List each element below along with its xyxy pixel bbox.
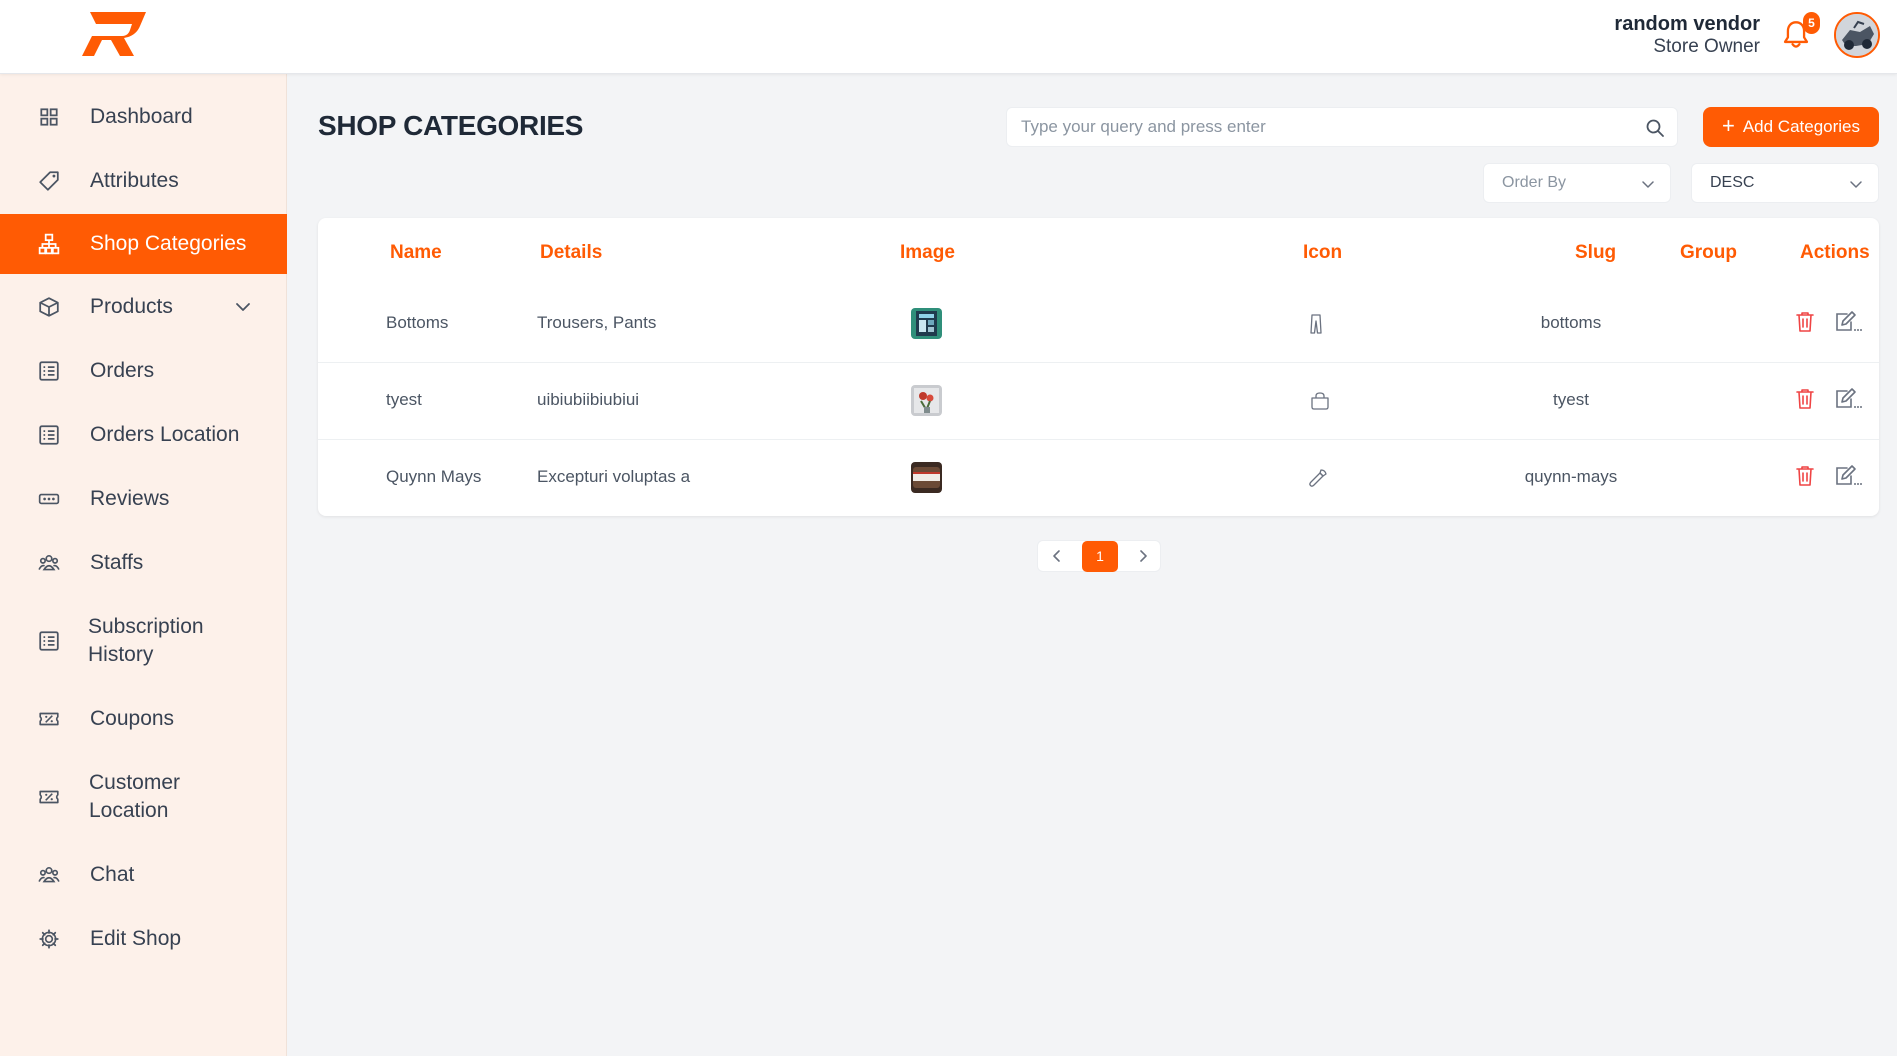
gear-icon (39, 929, 59, 949)
avatar[interactable] (1834, 12, 1880, 58)
edit-icon[interactable] (1833, 464, 1863, 488)
pants-icon (1310, 314, 1322, 334)
search-input[interactable] (1021, 108, 1621, 146)
edit-icon[interactable] (1833, 387, 1863, 411)
list-icon (39, 631, 59, 651)
row-image (911, 462, 942, 493)
users-icon (38, 867, 60, 883)
sidebar-item-shop-categories[interactable]: Shop Categories (0, 214, 287, 274)
trash-icon[interactable] (1794, 464, 1816, 488)
edit-icon[interactable] (1833, 310, 1863, 334)
sidebar-item-customer-location[interactable]: Customer Location (0, 762, 287, 832)
sidebar-item-dashboard[interactable]: Dashboard (0, 96, 287, 138)
table-row: Quynn Mays Excepturi voluptas a quynn-ma… (318, 440, 1879, 517)
user-info[interactable]: random vendor Store Owner (1614, 12, 1760, 58)
sort-direction-value: DESC (1710, 174, 1755, 191)
list-icon (39, 425, 59, 445)
row-slug: bottoms (1540, 313, 1602, 332)
sidebar-item-label: Customer Location (89, 771, 181, 822)
user-name: random vendor (1614, 13, 1760, 35)
categories-table: Name Details Image Icon Slug Group Actio… (318, 218, 1879, 516)
chevron-down-icon[interactable] (234, 298, 252, 316)
sidebar-item-orders-location[interactable]: Orders Location (0, 414, 287, 456)
row-slug: quynn-mays (1524, 467, 1618, 486)
hierarchy-icon (38, 233, 60, 255)
sidebar-item-label: Orders (90, 359, 155, 382)
list-icon (39, 361, 59, 381)
row-image (911, 308, 942, 339)
chevron-down-icon (1642, 181, 1654, 188)
sidebar-item-reviews[interactable]: Reviews (0, 478, 287, 520)
sidebar-item-label: Reviews (90, 487, 170, 510)
brand-logo[interactable] (82, 12, 148, 56)
row-details: Trousers, Pants (537, 313, 657, 332)
top-header: random vendor Store Owner 5 (0, 0, 1897, 74)
row-slug: tyest (1553, 390, 1589, 409)
sidebar-item-label: Subscription History (88, 615, 204, 666)
column-header-details: Details (540, 242, 603, 263)
row-name: tyest (386, 390, 422, 409)
plus-icon: + (1721, 113, 1735, 138)
sidebar-item-products[interactable]: Products (0, 286, 287, 328)
coupon-icon (39, 790, 59, 804)
search-box (1006, 107, 1678, 147)
order-by-value: Order By (1502, 174, 1567, 191)
sidebar-item-label: Attributes (90, 169, 179, 192)
sidebar-item-label: Staffs (90, 551, 144, 574)
column-header-icon: Icon (1303, 242, 1343, 263)
grid-icon (40, 108, 58, 126)
column-header-actions: Actions (1800, 242, 1870, 263)
sidebar-item-label: Orders Location (90, 423, 240, 446)
page-title: SHOP CATEGORIES (318, 110, 584, 141)
row-details: Excepturi voluptas a (537, 467, 691, 486)
page-number-button[interactable]: 1 (1082, 541, 1118, 572)
chevron-left-icon[interactable] (1048, 547, 1066, 565)
table-row: Bottoms Trousers, Pants bottoms (318, 286, 1879, 363)
sidebar-item-coupons[interactable]: Coupons (0, 698, 287, 740)
users-icon (38, 555, 60, 571)
row-image (911, 385, 942, 416)
chevron-right-icon[interactable] (1134, 547, 1152, 565)
pagination: 1 (1037, 540, 1161, 572)
sidebar-item-label: Products (90, 295, 173, 318)
notification-badge: 5 (1803, 12, 1820, 34)
trash-icon[interactable] (1794, 310, 1816, 334)
row-name: Quynn Mays (386, 467, 482, 486)
row-details: uibiubiibiubiui (537, 390, 640, 409)
sidebar-item-staffs[interactable]: Staffs (0, 542, 287, 584)
sidebar-item-label: Coupons (90, 707, 175, 730)
sidebar: Dashboard Attributes Shop Categories Pro… (0, 74, 287, 1056)
row-name: Bottoms (386, 313, 449, 332)
column-header-slug[interactable]: Slug (1575, 242, 1616, 264)
sidebar-item-edit-shop[interactable]: Edit Shop (0, 918, 287, 960)
column-header-image: Image (900, 242, 955, 263)
tag-icon (39, 171, 59, 191)
box-icon (39, 297, 59, 317)
column-header-name[interactable]: Name (390, 242, 442, 264)
tool-icon (1309, 469, 1327, 487)
sidebar-item-label: Chat (90, 863, 135, 886)
avatar-image (1836, 14, 1878, 56)
search-icon[interactable] (1645, 118, 1665, 138)
sidebar-item-label: Edit Shop (90, 927, 182, 950)
rating-icon (38, 493, 60, 505)
sidebar-item-label: Shop Categories (90, 232, 247, 255)
chevron-down-icon (1850, 181, 1862, 188)
coupon-icon (39, 712, 59, 726)
column-header-group: Group (1680, 242, 1737, 263)
sort-direction-select[interactable]: DESC (1691, 163, 1879, 203)
sidebar-item-orders[interactable]: Orders (0, 350, 287, 392)
sidebar-item-chat[interactable]: Chat (0, 854, 287, 896)
add-categories-label: Add Categories (1742, 117, 1861, 136)
sidebar-item-subscription-history[interactable]: Subscription History (0, 606, 287, 676)
table-row: tyest uibiubiibiubiui tyest (318, 363, 1879, 440)
sidebar-item-label: Dashboard (90, 105, 193, 128)
add-categories-button[interactable]: + Add Categories (1703, 107, 1879, 147)
trash-icon[interactable] (1794, 387, 1816, 411)
order-by-select[interactable]: Order By (1483, 163, 1671, 203)
sidebar-item-attributes[interactable]: Attributes (0, 160, 287, 202)
user-role: Store Owner (1653, 36, 1760, 57)
bag-icon (1311, 392, 1329, 410)
